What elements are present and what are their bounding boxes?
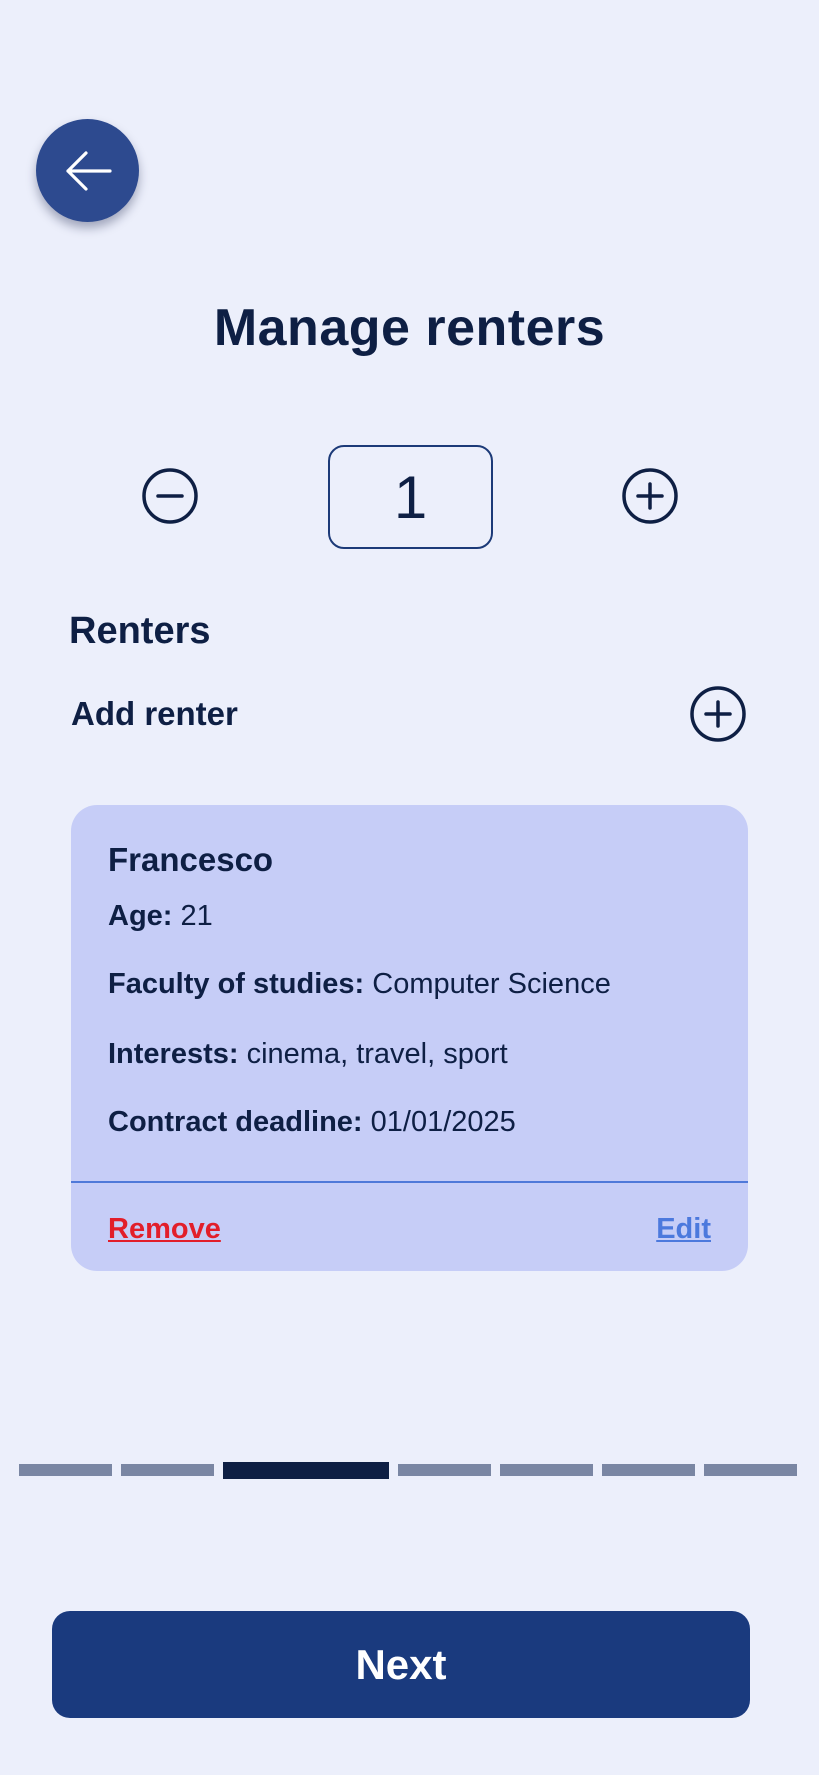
manage-renters-screen: Manage renters 1 Renters Add renter Fran… [0,0,819,1775]
remove-renter-link[interactable]: Remove [108,1213,221,1246]
renters-section-title: Renters [69,610,211,652]
edit-renter-link[interactable]: Edit [656,1213,711,1246]
renter-card: Francesco Age: 21 Faculty of studies: Co… [71,805,748,1271]
progress-segment-active [223,1462,389,1479]
interests-value: cinema, travel, sport [246,1038,508,1070]
progress-segment [602,1464,695,1476]
minus-circle-icon [142,468,198,524]
deadline-label: Contract deadline: [108,1106,363,1138]
progress-segment [19,1464,112,1476]
faculty-value: Computer Science [372,968,611,1000]
plus-circle-icon[interactable] [689,685,747,743]
renter-faculty-row: Faculty of studies: Computer Science [108,968,611,1001]
next-button[interactable]: Next [52,1611,750,1718]
arrow-left-icon [65,150,112,191]
card-divider [71,1181,748,1183]
age-value: 21 [180,900,213,932]
renter-age-row: Age: 21 [108,900,213,933]
renter-deadline-row: Contract deadline: 01/01/2025 [108,1106,516,1139]
progress-segment [704,1464,797,1476]
add-renter-label: Add renter [71,695,238,732]
age-label: Age: [108,900,173,932]
progress-segment [398,1464,491,1476]
card-actions: Remove Edit [108,1209,711,1249]
back-button[interactable] [36,119,139,222]
add-renter-row[interactable]: Add renter [71,684,747,744]
decrement-button[interactable] [141,467,199,525]
deadline-value: 01/01/2025 [370,1106,516,1138]
plus-circle-icon [622,468,678,524]
progress-segment [121,1464,214,1476]
interests-label: Interests: [108,1038,239,1070]
increment-button[interactable] [621,467,679,525]
faculty-label: Faculty of studies: [108,968,365,1000]
renter-interests-row: Interests: cinema, travel, sport [108,1038,508,1071]
step-progress-indicator [19,1462,799,1479]
page-title: Manage renters [213,299,606,357]
renter-name: Francesco [108,841,274,878]
renter-count-field[interactable]: 1 [328,445,493,549]
progress-segment [500,1464,593,1476]
